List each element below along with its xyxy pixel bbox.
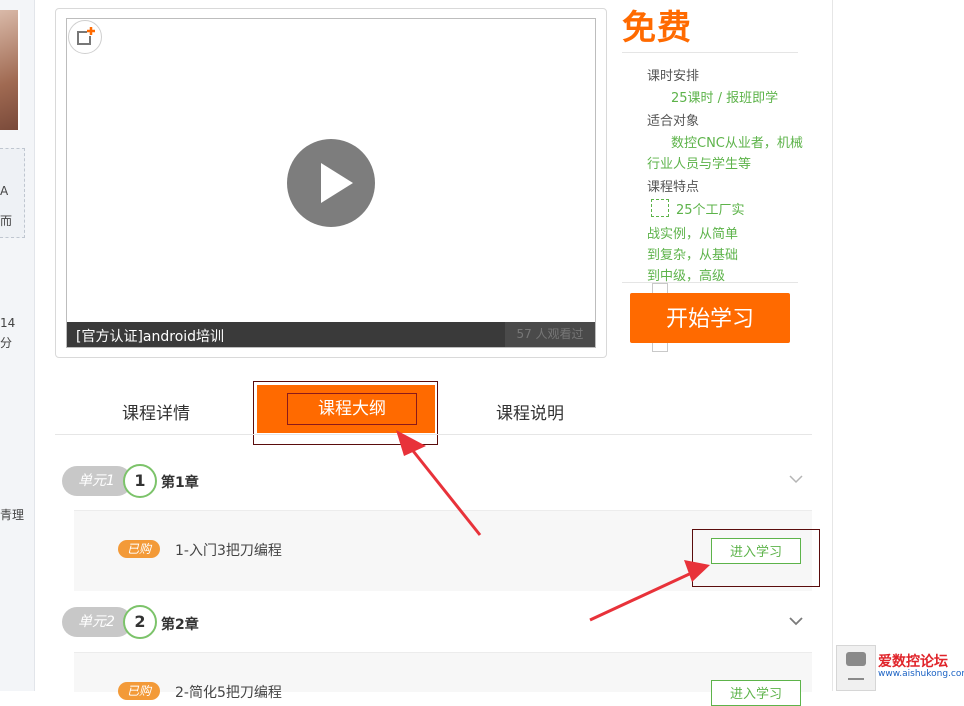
brand-watermark: 爱数控论坛 (878, 654, 948, 670)
purchased-badge: 已购 (118, 682, 160, 700)
video-caption: [官方认证]android培训 (76, 329, 225, 345)
price-label: 免费 (622, 8, 692, 48)
left-text: 分 (0, 336, 13, 350)
lesson-title[interactable]: 1-入门3把刀编程 (175, 540, 282, 560)
schedule-value: 25课时 / 报班即学 (671, 91, 779, 106)
tabs-divider (55, 434, 812, 435)
back-to-top-icon[interactable] (848, 678, 864, 680)
selection-box-icon (651, 199, 669, 217)
audience-label: 适合对象 (647, 114, 700, 129)
features-line: 到复杂，从基础 (647, 248, 739, 263)
features-line: 25个工厂实 (676, 203, 745, 218)
enter-study-button[interactable]: 进入学习 (711, 680, 801, 706)
chevron-down-icon[interactable] (789, 472, 803, 488)
tab-course-outline[interactable]: 课程大纲 (287, 393, 417, 425)
left-text: A (0, 184, 9, 198)
chapter-title[interactable]: 第2章 (161, 614, 199, 634)
unit-label: 单元2 (62, 607, 132, 637)
brand-url: www.aishukong.com (878, 669, 964, 679)
chat-icon[interactable] (846, 652, 866, 666)
left-text: 14 (0, 316, 16, 330)
play-icon[interactable] (287, 139, 375, 227)
unit-number: 2 (123, 605, 157, 639)
divider (622, 282, 798, 283)
left-text: 而 (0, 214, 13, 228)
features-label: 课程特点 (647, 180, 700, 195)
unit-label: 单元1 (62, 466, 132, 496)
viewer-count: 57 人观看过 (505, 322, 595, 347)
left-thumbnail-image[interactable] (0, 10, 20, 130)
content-right-border (832, 0, 833, 691)
broken-image-icon (68, 20, 102, 54)
chapter-title[interactable]: 第1章 (161, 472, 199, 492)
features-line: 战实例，从简单 (647, 227, 739, 242)
enter-study-button[interactable]: 进入学习 (711, 538, 801, 564)
unit-number: 1 (123, 464, 157, 498)
divider (622, 52, 798, 53)
left-text: 青理 (0, 508, 25, 522)
start-learning-button[interactable]: 开始学习 (630, 293, 790, 343)
schedule-label: 课时安排 (647, 69, 700, 84)
lesson-title[interactable]: 2-简化5把刀编程 (175, 682, 282, 702)
tab-course-details[interactable]: 课程详情 (122, 399, 190, 424)
audience-value: 数控CNC从业者，机械 (671, 136, 803, 151)
chevron-down-icon[interactable] (789, 614, 803, 630)
audience-value-cont: 行业人员与学生等 (647, 157, 752, 172)
tab-course-description[interactable]: 课程说明 (496, 399, 564, 424)
purchased-badge: 已购 (118, 540, 160, 558)
